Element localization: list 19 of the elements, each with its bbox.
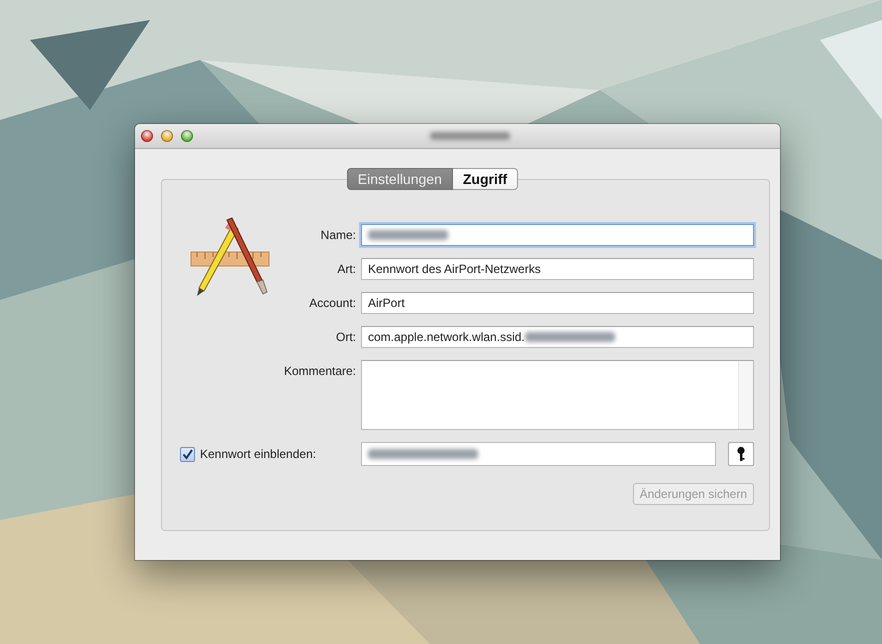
input-field[interactable]: AirPort: [361, 292, 754, 314]
minimize-button[interactable]: [161, 130, 173, 142]
field-label: Ort:: [336, 329, 356, 346]
field-label: Art:: [337, 261, 356, 278]
key-button[interactable]: [728, 442, 754, 466]
zoom-button[interactable]: [181, 130, 193, 142]
key-icon: [736, 446, 746, 462]
password-field[interactable]: [361, 442, 716, 466]
field-label: Account:: [309, 295, 356, 312]
close-button[interactable]: [141, 130, 153, 142]
comments-field[interactable]: [361, 360, 754, 430]
input-field[interactable]: com.apple.network.wlan.ssid.: [361, 326, 754, 348]
input-field[interactable]: Kennwort des AirPort-Netzwerks: [361, 258, 754, 280]
checkbox[interactable]: [180, 446, 195, 462]
input-field[interactable]: [361, 224, 754, 246]
checkbox-label: Kennwort einblenden:: [200, 447, 316, 461]
field-label: Kommentare:: [284, 363, 356, 380]
field-label: Name:: [320, 227, 356, 244]
tab[interactable]: Zugriff: [452, 168, 518, 190]
